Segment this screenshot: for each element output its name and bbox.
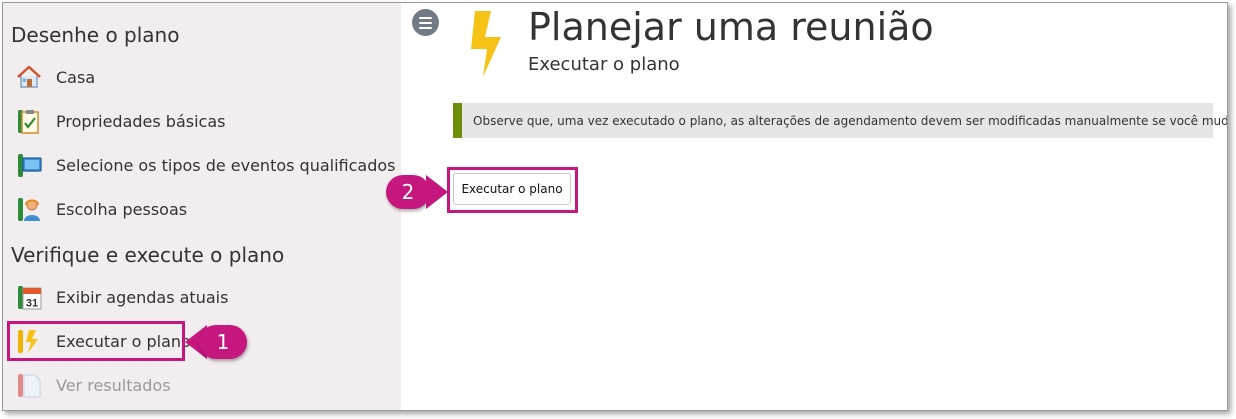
page-title: Planejar uma reunião bbox=[528, 5, 934, 49]
document-icon bbox=[18, 374, 41, 398]
calendar-day-text: 31 bbox=[26, 298, 38, 310]
house-icon bbox=[17, 65, 41, 88]
sidebar-item-label: Exibir agendas atuais bbox=[56, 287, 229, 307]
lightning-bolt-icon bbox=[471, 11, 501, 77]
callout-pointer-2 bbox=[426, 175, 448, 209]
callout-badge-2: 2 bbox=[386, 175, 430, 209]
notice-text: Observe que, uma vez executado o plano, … bbox=[473, 113, 1228, 128]
section-title-verify: Verifique e execute o plano bbox=[11, 243, 285, 267]
sidebar-item-agendas[interactable]: 31 Exibir agendas atuais bbox=[13, 281, 393, 313]
callout-badge-1: 1 bbox=[199, 325, 247, 359]
execute-plan-button[interactable]: Executar o plano bbox=[453, 173, 571, 205]
sidebar-item-ver-resultados: Ver resultados bbox=[13, 369, 393, 401]
page-subtitle: Executar o plano bbox=[528, 54, 680, 75]
sidebar-item-label: Casa bbox=[56, 67, 96, 87]
sidebar-item-label: Ver resultados bbox=[56, 375, 171, 395]
notice-banner: Observe que, uma vez executado o plano, … bbox=[453, 103, 1227, 138]
sidebar-item-casa[interactable]: Casa bbox=[13, 61, 393, 93]
highlight-box-sidebar bbox=[7, 321, 185, 361]
sidebar-item-propriedades[interactable]: Propriedades básicas bbox=[13, 105, 393, 137]
app-window: Desenhe o plano Casa Propriedades básica… bbox=[2, 2, 1228, 411]
sidebar-item-label: Selecione os tipos de eventos qualificad… bbox=[56, 155, 396, 175]
sidebar-item-tipos-eventos[interactable]: Selecione os tipos de eventos qualificad… bbox=[13, 149, 396, 181]
person-icon bbox=[18, 198, 40, 221]
sidebar-item-label: Escolha pessoas bbox=[56, 199, 188, 219]
hamburger-icon[interactable] bbox=[412, 9, 439, 36]
monitor-icon bbox=[18, 154, 42, 177]
clipboard-check-icon bbox=[18, 110, 39, 134]
section-title-design: Desenhe o plano bbox=[11, 23, 180, 47]
sidebar-item-label: Propriedades básicas bbox=[56, 111, 226, 131]
calendar-icon: 31 bbox=[18, 286, 42, 310]
sidebar-item-escolha-pessoas[interactable]: Escolha pessoas bbox=[13, 193, 393, 225]
